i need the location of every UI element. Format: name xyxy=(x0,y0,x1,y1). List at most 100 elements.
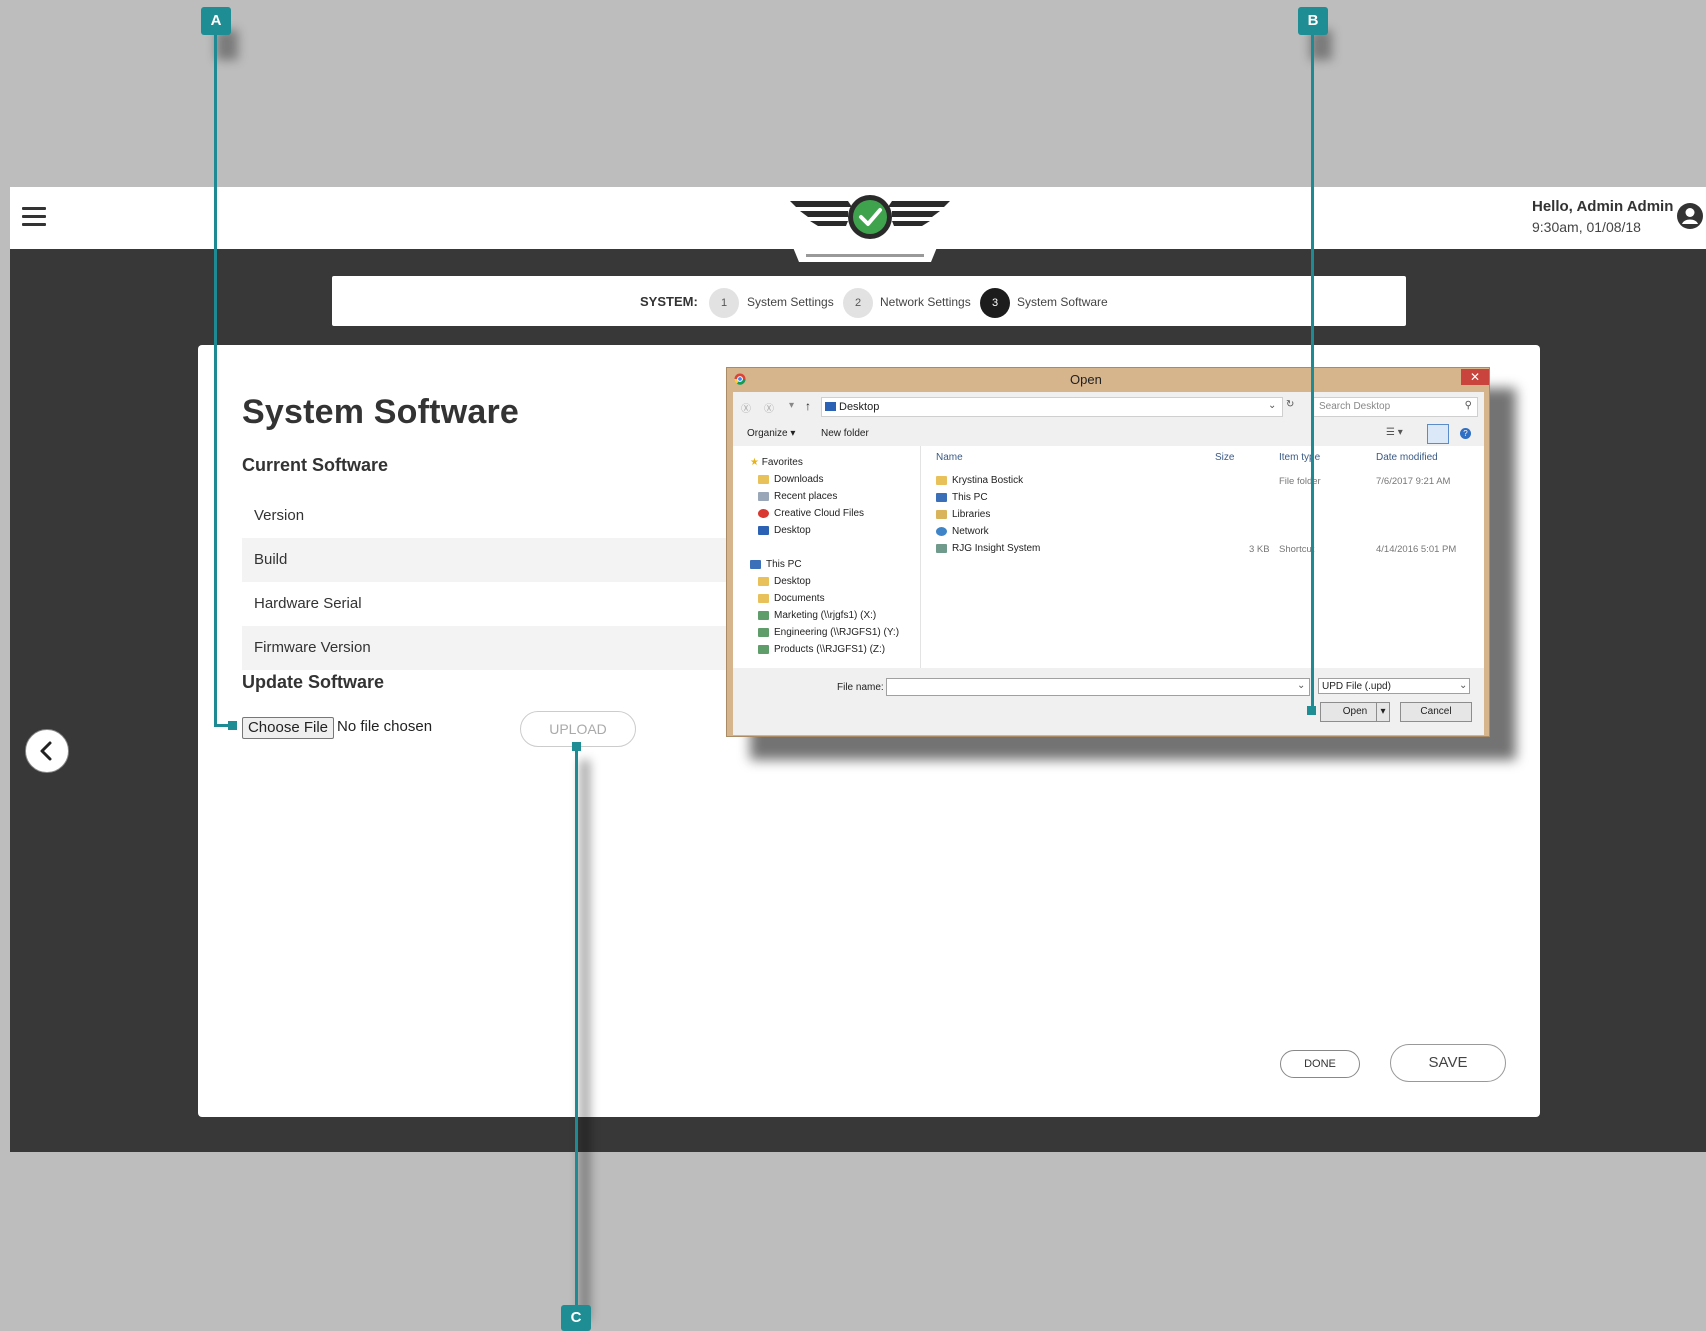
network-drive-icon xyxy=(758,644,769,654)
hardware-serial-row: Hardware Serial xyxy=(254,595,362,612)
version-row: Version xyxy=(254,507,305,524)
build-row: Build xyxy=(242,538,726,582)
new-folder-button[interactable]: New folder xyxy=(821,428,869,439)
file-date: 4/14/2016 5:01 PM xyxy=(1376,544,1457,555)
file-row-krystina[interactable]: Krystina Bostick xyxy=(936,475,1023,486)
greeting: Hello, Admin Admin xyxy=(1532,198,1674,215)
preview-pane-icon[interactable] xyxy=(1427,424,1449,444)
nav-marketing-drive-label: Marketing (\\rjgfs1) (X:) xyxy=(774,610,877,621)
nav-engineering-drive-label: Engineering (\\RJGFS1) (Y:) xyxy=(774,627,900,638)
search-input[interactable]: Search Desktop ⚲ xyxy=(1312,397,1478,417)
back-button[interactable] xyxy=(25,729,69,773)
callout-b-marker xyxy=(1307,706,1316,715)
file-type-dropdown-icon[interactable]: ⌄ xyxy=(1459,680,1467,691)
up-arrow-icon[interactable]: ↑ xyxy=(805,399,811,413)
help-icon[interactable]: ? xyxy=(1460,428,1471,439)
menu-icon[interactable] xyxy=(22,207,46,227)
choose-file-button[interactable]: Choose File xyxy=(242,717,334,739)
refresh-icon[interactable]: ↻ xyxy=(1286,399,1294,410)
chrome-icon xyxy=(734,373,746,385)
search-placeholder: Search Desktop xyxy=(1319,401,1391,412)
file-row-rjg-insight[interactable]: RJG Insight System xyxy=(936,543,1040,554)
file-row-network[interactable]: Network xyxy=(936,526,989,537)
datetime: 9:30am, 01/08/18 xyxy=(1532,219,1641,235)
desktop-icon xyxy=(758,525,769,535)
nav-documents-label: Documents xyxy=(774,593,825,604)
step-3-label[interactable]: System Software xyxy=(1017,295,1108,309)
star-icon: ★ xyxy=(750,457,759,468)
recent-dropdown-icon[interactable]: ▾ xyxy=(789,400,794,411)
desktop-icon xyxy=(825,402,836,411)
column-name[interactable]: Name xyxy=(936,452,963,463)
back-arrow-icon[interactable]: Ⓧ xyxy=(741,400,751,415)
page-title: System Software xyxy=(242,393,519,431)
logo-tab xyxy=(790,240,940,262)
chevron-left-icon xyxy=(40,741,52,761)
computer-icon xyxy=(750,559,761,569)
file-type-select[interactable]: UPD File (.upd) xyxy=(1318,678,1470,694)
callout-a-tag: A xyxy=(201,7,231,35)
column-date[interactable]: Date modified xyxy=(1376,452,1438,463)
callout-c-line xyxy=(575,746,578,1306)
creative-cloud-icon xyxy=(758,508,769,518)
nav-creative-cloud-label: Creative Cloud Files xyxy=(774,508,865,519)
file-name: This PC xyxy=(952,492,988,503)
nav-favorites-label: Favorites xyxy=(761,457,803,468)
nav-downloads[interactable]: Downloads xyxy=(758,474,823,485)
file-row-libraries[interactable]: Libraries xyxy=(936,509,990,520)
user-account-icon[interactable] xyxy=(1676,202,1704,230)
done-button[interactable]: DONE xyxy=(1280,1050,1360,1078)
file-type: File folder xyxy=(1279,476,1321,487)
nav-this-pc-label: This PC xyxy=(766,559,802,570)
step-3-number[interactable]: 3 xyxy=(980,288,1010,318)
nav-marketing-drive[interactable]: Marketing (\\rjgfs1) (X:) xyxy=(758,610,876,621)
folder-icon xyxy=(758,576,769,586)
callout-a-marker xyxy=(228,721,237,730)
address-dropdown-icon[interactable]: ⌄ xyxy=(1268,400,1276,411)
nav-recent-places[interactable]: Recent places xyxy=(758,491,837,502)
folder-icon xyxy=(758,593,769,603)
file-row-this-pc[interactable]: This PC xyxy=(936,492,988,503)
file-size: 3 KB xyxy=(1249,544,1270,555)
address-bar[interactable]: Desktop xyxy=(821,397,1283,417)
nav-this-pc[interactable]: This PC xyxy=(750,559,802,570)
step-2-number[interactable]: 2 xyxy=(843,288,873,318)
current-software-heading: Current Software xyxy=(242,455,389,475)
network-drive-icon xyxy=(758,610,769,620)
step-2-label[interactable]: Network Settings xyxy=(880,295,971,309)
file-name: Network xyxy=(952,526,989,537)
organize-menu[interactable]: Organize ▾ xyxy=(747,428,795,439)
callout-c-shadow xyxy=(580,760,590,1320)
file-name-input[interactable] xyxy=(886,678,1310,696)
callout-b-tag: B xyxy=(1298,7,1328,35)
nav-desktop-favorite[interactable]: Desktop xyxy=(758,525,811,536)
dialog-open-button[interactable]: Open ▾ xyxy=(1320,702,1390,722)
view-options-icon[interactable]: ☰ ▾ xyxy=(1386,427,1403,438)
dialog-close-button[interactable]: ✕ xyxy=(1461,369,1489,385)
nav-favorites[interactable]: ★ Favorites xyxy=(750,457,803,468)
user-folder-icon xyxy=(936,475,947,485)
file-name-dropdown-icon[interactable]: ⌄ xyxy=(1297,680,1305,691)
file-date: 7/6/2017 9:21 AM xyxy=(1376,476,1451,487)
nav-products-drive[interactable]: Products (\\RJGFS1) (Z:) xyxy=(758,644,885,655)
callout-c-tag: C xyxy=(561,1305,591,1331)
libraries-icon xyxy=(936,509,947,519)
callout-a-line xyxy=(214,30,217,727)
save-button[interactable]: SAVE xyxy=(1390,1044,1506,1082)
nav-downloads-label: Downloads xyxy=(774,474,824,485)
step-1-number[interactable]: 1 xyxy=(709,288,739,318)
column-size[interactable]: Size xyxy=(1215,452,1234,463)
nav-desktop[interactable]: Desktop xyxy=(758,576,811,587)
downloads-folder-icon xyxy=(758,474,769,484)
open-split-dropdown-icon[interactable]: ▾ xyxy=(1376,703,1389,721)
address-text: Desktop xyxy=(839,401,880,413)
nav-desktop-label: Desktop xyxy=(774,576,811,587)
nav-documents[interactable]: Documents xyxy=(758,593,825,604)
nav-desktop-favorite-label: Desktop xyxy=(774,525,811,536)
step-1-label[interactable]: System Settings xyxy=(747,295,834,309)
nav-creative-cloud[interactable]: Creative Cloud Files xyxy=(758,508,864,519)
dialog-title: Open xyxy=(1070,372,1102,387)
nav-engineering-drive[interactable]: Engineering (\\RJGFS1) (Y:) xyxy=(758,627,899,638)
forward-arrow-icon[interactable]: Ⓧ xyxy=(764,400,774,415)
dialog-cancel-button[interactable]: Cancel xyxy=(1400,702,1472,722)
